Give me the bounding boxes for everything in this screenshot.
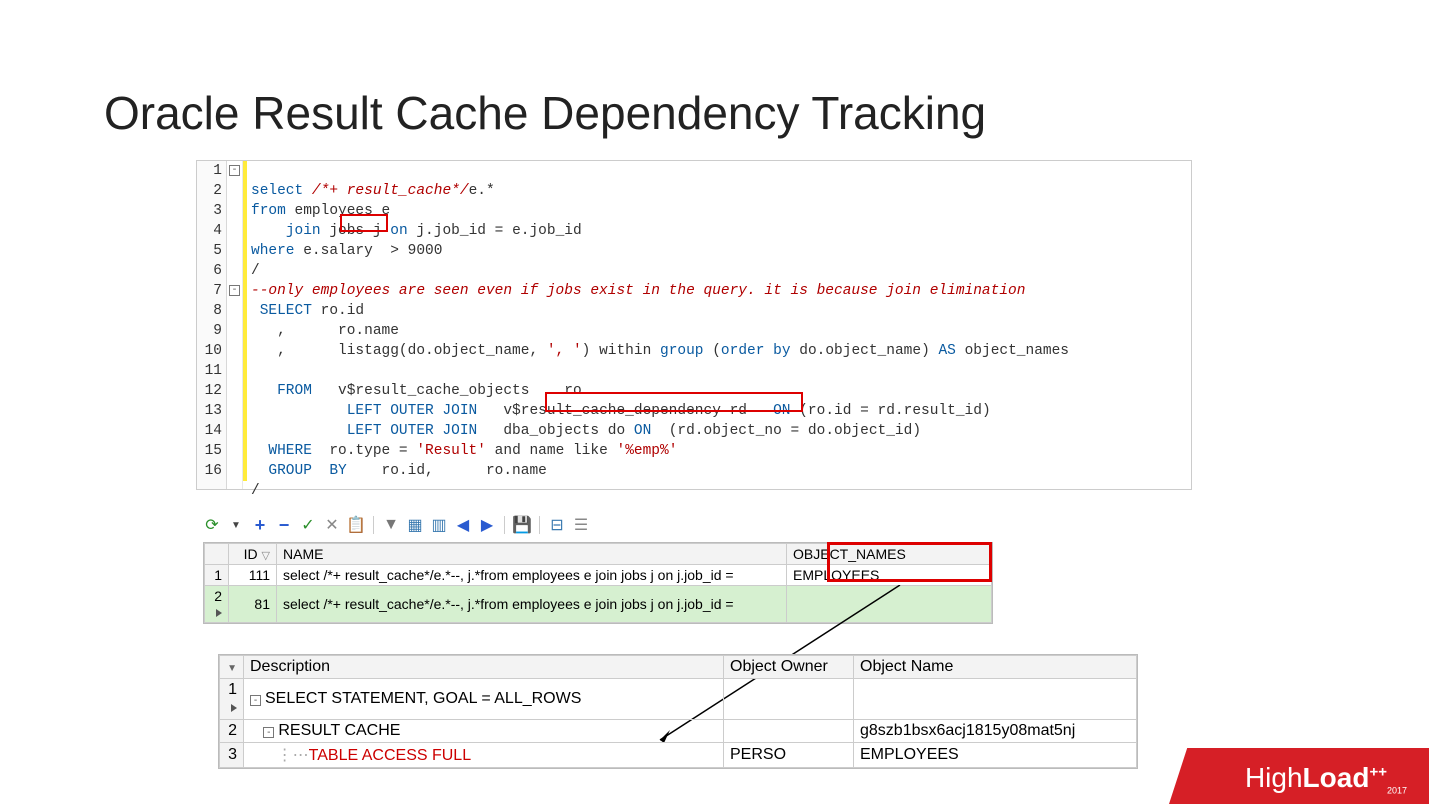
name-cell: select /*+ result_cache*/e.*--, j.*from …	[277, 565, 787, 586]
highlight-box-dependency-view	[545, 392, 803, 412]
rownum-cell: 1	[220, 679, 244, 720]
prev-icon[interactable]: ◀	[454, 516, 472, 534]
id-cell: 81	[229, 586, 277, 623]
desc-cell: ⋮⋯TABLE ACCESS FULL	[244, 743, 724, 768]
col-owner[interactable]: Object Owner	[724, 656, 854, 679]
save-icon[interactable]: 💾	[513, 516, 531, 534]
separator	[373, 516, 374, 534]
next-icon[interactable]: ▶	[478, 516, 496, 534]
col-object-name[interactable]: Object Name	[854, 656, 1137, 679]
fold-minus-icon[interactable]: -	[229, 165, 240, 176]
owner-cell	[724, 679, 854, 720]
highlight-box-employees	[827, 542, 992, 582]
rownum-cell: 3	[220, 743, 244, 768]
rownum-cell: 2	[220, 720, 244, 743]
table-row[interactable]: 2 -RESULT CACHE g8szb1bsx6acj1815y08mat5…	[220, 720, 1137, 743]
id-cell: 111	[229, 565, 277, 586]
collapse-icon[interactable]: -	[263, 727, 274, 738]
fold-minus-icon[interactable]: -	[229, 285, 240, 296]
minus-icon[interactable]: −	[275, 516, 293, 534]
code-content[interactable]: select /*+ result_cache*/e.* from employ…	[251, 161, 1191, 489]
collapse-icon[interactable]: -	[250, 695, 261, 706]
owner-cell	[724, 720, 854, 743]
check-icon[interactable]: ✓	[299, 516, 317, 534]
obj-cell: EMPLOYEES	[854, 743, 1137, 768]
fold-gutter: - -	[227, 161, 243, 489]
columns-icon[interactable]: ▥	[430, 516, 448, 534]
tree-icon[interactable]: ⊟	[548, 516, 566, 534]
post-icon[interactable]: 📋	[347, 516, 365, 534]
current-row-icon	[231, 704, 237, 712]
obj-cell: g8szb1bsx6acj1815y08mat5nj	[854, 720, 1137, 743]
plan-grid[interactable]: ▼ Description Object Owner Object Name 1…	[218, 654, 1138, 769]
owner-cell: PERSO	[724, 743, 854, 768]
rownum-cell: 2	[205, 586, 229, 623]
col-name[interactable]: NAME	[277, 544, 787, 565]
separator	[504, 516, 505, 534]
filter-icon[interactable]: ▼	[382, 516, 400, 534]
highlight-box-jobs	[340, 214, 388, 232]
obj-cell	[854, 679, 1137, 720]
change-bar	[243, 161, 247, 481]
logo-text: HighLoad++2017	[1245, 762, 1407, 796]
table-row[interactable]: 3 ⋮⋯TABLE ACCESS FULL PERSO EMPLOYEES	[220, 743, 1137, 768]
list-icon[interactable]: ☰	[572, 516, 590, 534]
grid-icon[interactable]: ▦	[406, 516, 424, 534]
page-title: Oracle Result Cache Dependency Tracking	[104, 86, 986, 140]
highload-logo: HighLoad++2017	[1169, 734, 1429, 804]
dropdown-icon[interactable]: ▼	[227, 516, 245, 534]
desc-cell: -RESULT CACHE	[244, 720, 724, 743]
line-gutter: 12345678910111213141516	[197, 161, 227, 489]
results-toolbar: ⟳ ▼ + − ✓ ✕ 📋 ▼ ▦ ▥ ◀ ▶ 💾 ⊟ ☰	[203, 512, 1003, 538]
cancel-icon[interactable]: ✕	[323, 516, 341, 534]
table-row[interactable]: 1 -SELECT STATEMENT, GOAL = ALL_ROWS	[220, 679, 1137, 720]
separator	[539, 516, 540, 534]
current-row-icon	[216, 609, 222, 617]
plus-icon[interactable]: +	[251, 516, 269, 534]
sql-editor[interactable]: 12345678910111213141516 - - select /*+ r…	[196, 160, 1192, 490]
grid-header-row: ▼ Description Object Owner Object Name	[220, 656, 1137, 679]
col-description[interactable]: Description	[244, 656, 724, 679]
rownum-cell: 1	[205, 565, 229, 586]
desc-cell: -SELECT STATEMENT, GOAL = ALL_ROWS	[244, 679, 724, 720]
rownum-header	[205, 544, 229, 565]
col-id[interactable]: ID ▽	[229, 544, 277, 565]
refresh-icon[interactable]: ⟳	[203, 516, 221, 534]
